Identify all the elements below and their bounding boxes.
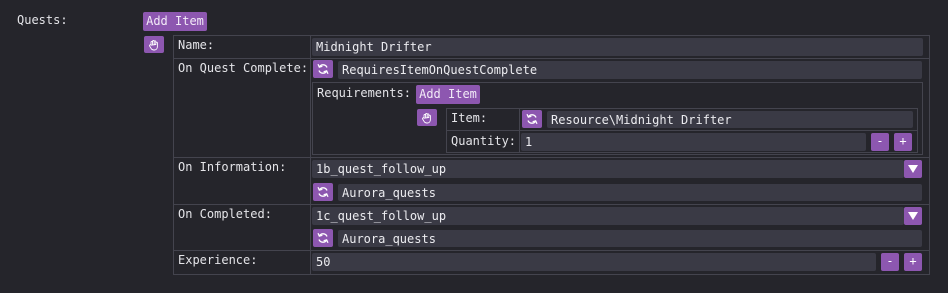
refresh-icon <box>526 114 538 124</box>
name-label: Name: <box>178 38 215 52</box>
quantity-decrement-button[interactable]: - <box>871 133 889 151</box>
label-column-divider <box>310 35 311 275</box>
experience-decrement-button[interactable]: - <box>881 253 899 271</box>
requirements-label: Requirements: <box>317 86 411 100</box>
requirement-item-row-divider <box>446 130 918 131</box>
chevron-down-icon <box>908 165 918 173</box>
requirement-drag-handle-button[interactable] <box>417 109 437 126</box>
experience-label: Experience: <box>178 253 258 267</box>
on-information-sub-field[interactable]: Aurora_quests <box>338 184 922 201</box>
on-information-label: On Information: <box>178 160 287 174</box>
drag-handle-button[interactable] <box>144 36 164 53</box>
row-divider-completed <box>173 250 930 251</box>
chevron-down-icon <box>908 212 918 220</box>
quantity-field[interactable]: 1 <box>521 133 866 151</box>
quests-label: Quests: <box>17 13 68 27</box>
on-completed-dropdown-button[interactable] <box>904 207 922 225</box>
on-information-dropdown-button[interactable] <box>904 160 922 178</box>
quantity-increment-button[interactable]: + <box>894 133 912 151</box>
add-item-button[interactable]: Add Item <box>143 12 207 31</box>
on-completed-sub-field[interactable]: Aurora_quests <box>338 230 922 247</box>
name-field[interactable]: Midnight Drifter <box>312 38 923 56</box>
on-quest-complete-field[interactable]: RequiresItemOnQuestComplete <box>338 61 922 79</box>
swap-type-button[interactable] <box>313 60 333 78</box>
item-label: Item: <box>451 111 488 125</box>
refresh-icon <box>317 187 329 197</box>
hand-icon <box>422 112 431 123</box>
row-divider-quest-complete <box>173 157 930 158</box>
refresh-icon <box>317 233 329 243</box>
quantity-label: Quantity: <box>451 134 517 148</box>
on-quest-complete-label: On Quest Complete: <box>178 61 309 75</box>
item-field[interactable]: Resource\Midnight Drifter <box>547 111 913 128</box>
experience-increment-button[interactable]: + <box>904 253 922 271</box>
on-information-select[interactable]: 1b_quest_follow_up <box>312 160 904 178</box>
on-information-swap-button[interactable] <box>313 183 333 201</box>
row-divider-information <box>173 204 930 205</box>
row-divider-name <box>173 58 930 59</box>
experience-field[interactable]: 50 <box>312 253 876 271</box>
on-completed-select[interactable]: 1c_quest_follow_up <box>312 207 904 225</box>
requirements-add-item-button[interactable]: Add Item <box>416 85 480 104</box>
hand-icon <box>149 39 158 50</box>
refresh-icon <box>317 63 329 74</box>
on-completed-swap-button[interactable] <box>313 229 333 247</box>
item-swap-button[interactable] <box>522 110 542 128</box>
on-completed-label: On Completed: <box>178 207 272 221</box>
